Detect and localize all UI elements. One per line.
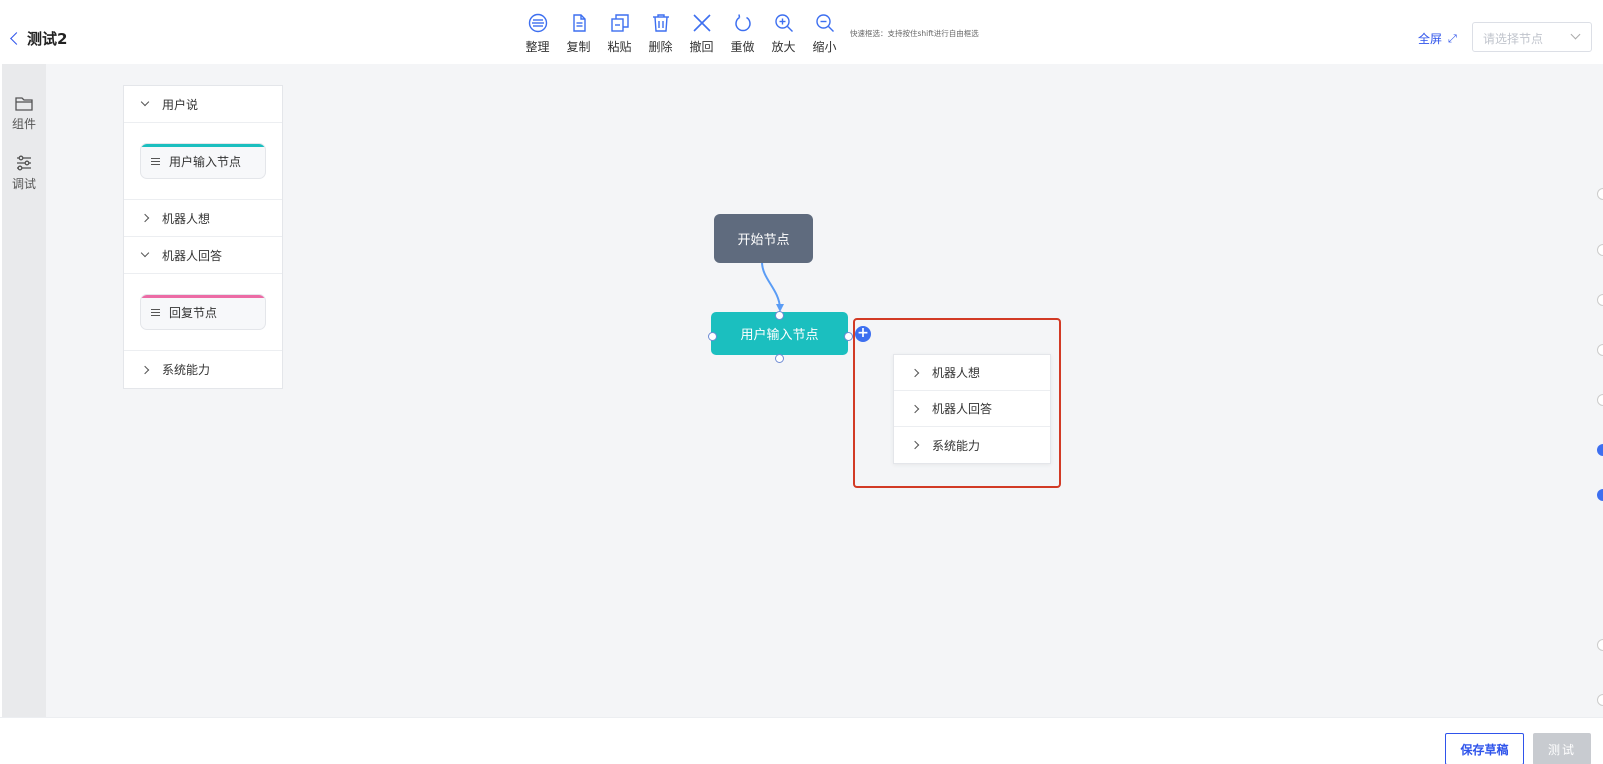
popup-item-robot-thinks[interactable]: 机器人想 (894, 355, 1050, 391)
organize-button[interactable]: 整理 (517, 4, 558, 55)
popup-item-system-capabilities[interactable]: 系统能力 (894, 427, 1050, 463)
toolbar: 整理 复制 粘贴 删除 撤回 重做 放大 缩小 快速框选：支持按住shift进行… (517, 4, 979, 64)
flow-canvas[interactable]: 用户说 用户输入节点 机器人想 机器人回答 回复节点 系统能力 开始节点 用户输… (46, 64, 1603, 717)
popup-item-label: 机器人回答 (932, 402, 993, 416)
popup-item-robot-answers[interactable]: 机器人回答 (894, 391, 1050, 427)
folder-icon (15, 97, 33, 111)
rail-item-components[interactable]: 组件 (2, 94, 46, 132)
popup-item-label: 系统能力 (932, 438, 981, 453)
organize-label: 整理 (525, 40, 550, 54)
zoom-in-button[interactable]: 放大 (763, 4, 804, 55)
delete-icon (652, 14, 669, 32)
zoom-in-label: 放大 (771, 40, 796, 54)
chevron-down-icon (1570, 29, 1581, 40)
node-select[interactable]: 请选择节点 (1472, 22, 1592, 52)
rail-item-components-label: 组件 (11, 117, 36, 131)
copy-icon (572, 14, 586, 32)
right-edge-control[interactable] (1597, 188, 1603, 200)
page-title: 测试2 (27, 30, 68, 48)
port-right[interactable] (844, 332, 853, 341)
popup-item-label: 机器人想 (932, 366, 981, 380)
zoom-in-icon (774, 14, 793, 32)
left-rail: 组件 调试 (2, 64, 46, 717)
save-draft-button[interactable]: 保存草稿 (1445, 733, 1524, 764)
port-top[interactable] (775, 311, 784, 320)
organize-icon (528, 13, 547, 33)
paste-button[interactable]: 粘贴 (599, 4, 640, 55)
start-node[interactable]: 开始节点 (714, 214, 813, 263)
zoom-out-icon (815, 14, 834, 32)
undo-icon (692, 14, 711, 32)
right-edge-control[interactable] (1597, 344, 1603, 356)
right-edge-control[interactable] (1597, 639, 1603, 651)
undo-button[interactable]: 撤回 (681, 4, 722, 55)
rail-item-debug[interactable]: 调试 (2, 154, 46, 192)
back-button[interactable]: 测试2 (10, 28, 68, 49)
start-node-label: 开始节点 (737, 233, 790, 248)
header: 测试2 整理 复制 粘贴 删除 撤回 重做 放大 缩小 快速框选：支持按住shi… (0, 0, 1603, 64)
sliders-icon (17, 155, 31, 171)
flow-edge (761, 261, 784, 312)
rail-item-debug-label: 调试 (11, 177, 36, 191)
copy-label: 复制 (566, 40, 591, 54)
fullscreen-button[interactable]: 全屏 ⤢ (1418, 30, 1457, 47)
paste-icon (610, 14, 629, 32)
user-input-node-label: 用户输入节点 (740, 328, 819, 343)
right-edge-control[interactable] (1597, 394, 1603, 406)
port-left[interactable] (708, 332, 717, 341)
chevron-right-icon (910, 440, 920, 450)
right-edge-control[interactable] (1597, 244, 1603, 256)
quick-select-hint: 快速框选：支持按住shift进行自由框选 (850, 29, 979, 38)
copy-button[interactable]: 复制 (558, 4, 599, 55)
right-edge-control[interactable] (1597, 489, 1603, 501)
redo-button[interactable]: 重做 (722, 4, 763, 55)
fullscreen-label: 全屏 (1418, 32, 1443, 46)
port-bottom[interactable] (775, 354, 784, 363)
right-edge-control[interactable] (1597, 444, 1603, 456)
chevron-right-icon (910, 404, 920, 413)
zoom-out-label: 缩小 (812, 40, 837, 54)
chevron-left-icon (10, 32, 23, 45)
delete-label: 删除 (648, 40, 673, 54)
zoom-out-button[interactable]: 缩小 (804, 4, 845, 55)
redo-label: 重做 (730, 40, 755, 54)
chevron-right-icon (910, 368, 920, 377)
expand-icon: ⤢ (1448, 31, 1457, 45)
undo-label: 撤回 (689, 40, 714, 54)
right-edge-control[interactable] (1597, 694, 1603, 706)
test-button: 测试 (1533, 733, 1591, 764)
delete-button[interactable]: 删除 (640, 4, 681, 55)
footer: 保存草稿 测试 (0, 717, 1603, 764)
node-select-placeholder: 请选择节点 (1483, 32, 1544, 46)
redo-icon (734, 14, 751, 32)
add-node-popup: 机器人想 机器人回答 系统能力 (893, 354, 1051, 464)
right-edge-control[interactable] (1597, 294, 1603, 306)
paste-label: 粘贴 (607, 40, 632, 54)
